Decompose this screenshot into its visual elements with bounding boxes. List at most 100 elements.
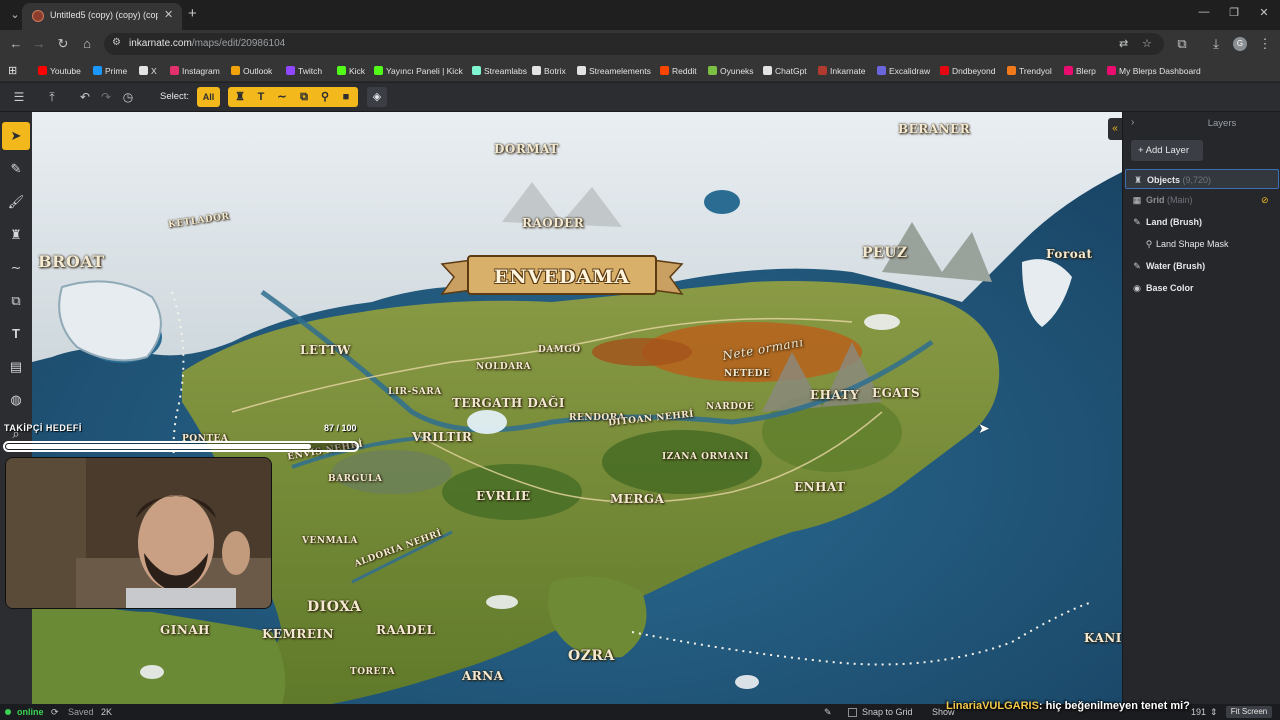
map-title-banner[interactable]: ENVEDAMA — [432, 252, 692, 300]
undo-icon[interactable]: ↶ — [77, 89, 93, 105]
export-icon[interactable]: ⤒ — [44, 89, 60, 105]
paint-tool-icon[interactable]: ✎ — [2, 155, 30, 183]
map-label[interactable]: DIOXA — [307, 599, 361, 615]
bookmark-6[interactable]: Kick — [337, 64, 365, 77]
map-label[interactable]: ENHAT — [794, 480, 846, 494]
bookmark-19[interactable]: My Blerps Dashboard — [1107, 64, 1201, 77]
object-tool-icon[interactable]: ♜ — [2, 221, 30, 249]
select-all-button[interactable]: All — [197, 87, 220, 107]
layer-grid[interactable]: ▦ Grid (Main) ⊘ — [1123, 190, 1280, 210]
home-icon[interactable]: ⌂ — [79, 36, 95, 52]
map-label[interactable]: LIR-SARA — [388, 387, 442, 397]
map-label[interactable]: RAODER — [522, 216, 584, 230]
translate-icon[interactable]: ⇄ — [1119, 37, 1128, 50]
bookmark-11[interactable]: Reddit — [660, 64, 697, 77]
bookmark-1[interactable]: Prime — [93, 64, 127, 77]
bookmark-5[interactable]: Twitch — [286, 64, 322, 77]
select-text-icon[interactable]: T — [253, 89, 269, 105]
apps-grid-icon[interactable]: ⊞ — [8, 64, 17, 77]
map-label[interactable]: LETTW — [300, 343, 351, 357]
hidden-eye-icon[interactable]: ⊘ — [1261, 190, 1269, 210]
bookmark-7[interactable]: Yayıncı Paneli | Kick — [374, 64, 463, 77]
layer-water-brush[interactable]: ✎ Water (Brush) — [1123, 256, 1280, 276]
address-bar[interactable]: ⚙ inkarnate.com/maps/edit/20986104 ⇄ ☆ — [104, 33, 1164, 55]
map-label[interactable]: TERGATH DAĞI — [452, 396, 565, 410]
fit-screen-button[interactable]: Fit Screen — [1226, 706, 1272, 718]
window-close-icon[interactable]: ✕ — [1254, 6, 1274, 19]
restore-icon[interactable]: ❐ — [1224, 6, 1244, 19]
add-layer-button[interactable]: + Add Layer — [1131, 140, 1203, 161]
history-icon[interactable]: ◷ — [120, 89, 136, 105]
collapse-panel-icon[interactable]: « — [1108, 118, 1122, 140]
pen-icon[interactable]: ✎ — [824, 706, 832, 718]
brush-tool-icon[interactable]: 🖌 — [2, 188, 30, 216]
browser-tab-active[interactable]: Untitled5 (copy) (copy) (copy) ✕ — [22, 3, 182, 30]
map-label[interactable]: VENMALA — [302, 536, 358, 546]
map-label[interactable]: ARNA — [462, 669, 504, 683]
map-canvas[interactable]: ENVEDAMA DORMAT BERANER KETLADOR RAODER BROA… — [32, 112, 1122, 704]
map-label[interactable]: KEMREIN — [262, 627, 334, 641]
bookmark-8[interactable]: Streamlabs — [472, 64, 527, 77]
bookmark-13[interactable]: ChatGpt — [763, 64, 807, 77]
bookmark-9[interactable]: Botrix — [532, 64, 566, 77]
select-path-icon[interactable]: ∼ — [274, 89, 290, 105]
map-label[interactable]: BROAT — [38, 252, 105, 271]
forward-icon[interactable]: → — [31, 36, 47, 52]
select-folder-icon[interactable]: ■ — [338, 89, 354, 105]
map-label[interactable]: DAMGO — [538, 345, 581, 355]
bookmark-15[interactable]: Excalidraw — [877, 64, 930, 77]
minimize-icon[interactable]: — — [1194, 6, 1214, 18]
bookmark-0[interactable]: Youtube — [38, 64, 81, 77]
map-label[interactable]: EGATS — [872, 386, 920, 400]
bookmark-16[interactable]: Dndbeyond — [940, 64, 995, 77]
bookmark-3[interactable]: Instagram — [170, 64, 220, 77]
map-label[interactable]: IZANA ORMANI — [662, 452, 749, 462]
map-label[interactable]: NETEDE — [724, 369, 770, 379]
map-label[interactable]: RAADEL — [376, 623, 436, 637]
map-label[interactable]: TORETA — [350, 667, 395, 677]
map-label[interactable]: BERANER — [898, 122, 970, 136]
redo-icon[interactable]: ↷ — [98, 89, 114, 105]
bookmark-18[interactable]: Blerp — [1064, 64, 1096, 77]
layer-land-brush[interactable]: ✎ Land (Brush) — [1123, 212, 1280, 232]
shape-tool-icon[interactable]: ⧉ — [2, 287, 30, 315]
map-label[interactable]: DORMAT — [494, 142, 559, 156]
layer-base-color[interactable]: ◉ Base Color — [1123, 278, 1280, 298]
new-tab-icon[interactable]: + — [188, 6, 197, 22]
map-label[interactable]: BARGULA — [328, 474, 382, 484]
map-label[interactable]: EVRLIE — [476, 489, 531, 503]
bookmark-17[interactable]: Trendyol — [1007, 64, 1052, 77]
bookmark-2[interactable]: X — [139, 64, 157, 77]
profile-avatar-icon[interactable]: G — [1233, 37, 1247, 51]
notes-tool-icon[interactable]: ▤ — [2, 353, 30, 381]
path-tool-icon[interactable]: ∼ — [2, 254, 30, 282]
zoom-stepper-icon[interactable]: ⇕ — [1210, 706, 1218, 718]
bookmark-star-icon[interactable]: ☆ — [1142, 37, 1152, 50]
layer-objects[interactable]: ♜ Objects (9,720) — [1125, 169, 1279, 189]
back-icon[interactable]: ← — [8, 36, 24, 52]
layers-toggle-icon[interactable]: ◈ — [367, 87, 387, 107]
map-label[interactable]: PEUZ — [862, 245, 908, 261]
browser-menu-icon[interactable]: ⋮ — [1257, 36, 1273, 52]
map-label[interactable]: GINAH — [160, 623, 210, 637]
select-brush-icon[interactable]: ⚲ — [317, 89, 333, 105]
zoom-level[interactable]: 191 — [1191, 706, 1206, 718]
reload-icon[interactable]: ↻ — [55, 36, 71, 52]
resolution-label[interactable]: 2K — [101, 706, 112, 718]
map-label[interactable]: VRILTIR — [412, 430, 472, 444]
map-label[interactable]: MERGA — [610, 492, 664, 506]
map-label[interactable]: NARDOE — [706, 402, 754, 412]
map-label[interactable]: Foroat — [1046, 247, 1093, 261]
main-menu-icon[interactable]: ☰ — [11, 89, 27, 105]
bookmark-12[interactable]: Oyuneks — [708, 64, 754, 77]
text-tool-icon[interactable]: T — [2, 320, 30, 348]
select-shape-icon[interactable]: ⧉ — [296, 89, 312, 105]
download-icon[interactable]: ⤓ — [1208, 36, 1224, 52]
map-label[interactable]: EHATY — [810, 388, 859, 402]
bookmark-4[interactable]: Outlook — [231, 64, 272, 77]
bookmark-10[interactable]: Streamelements — [577, 64, 651, 77]
map-label[interactable]: KANI — [1084, 631, 1122, 645]
layer-land-shape-mask[interactable]: ⚲ Land Shape Mask — [1123, 234, 1280, 254]
bookmark-14[interactable]: Inkarnate — [818, 64, 865, 77]
map-label[interactable]: OZRA — [568, 648, 615, 664]
